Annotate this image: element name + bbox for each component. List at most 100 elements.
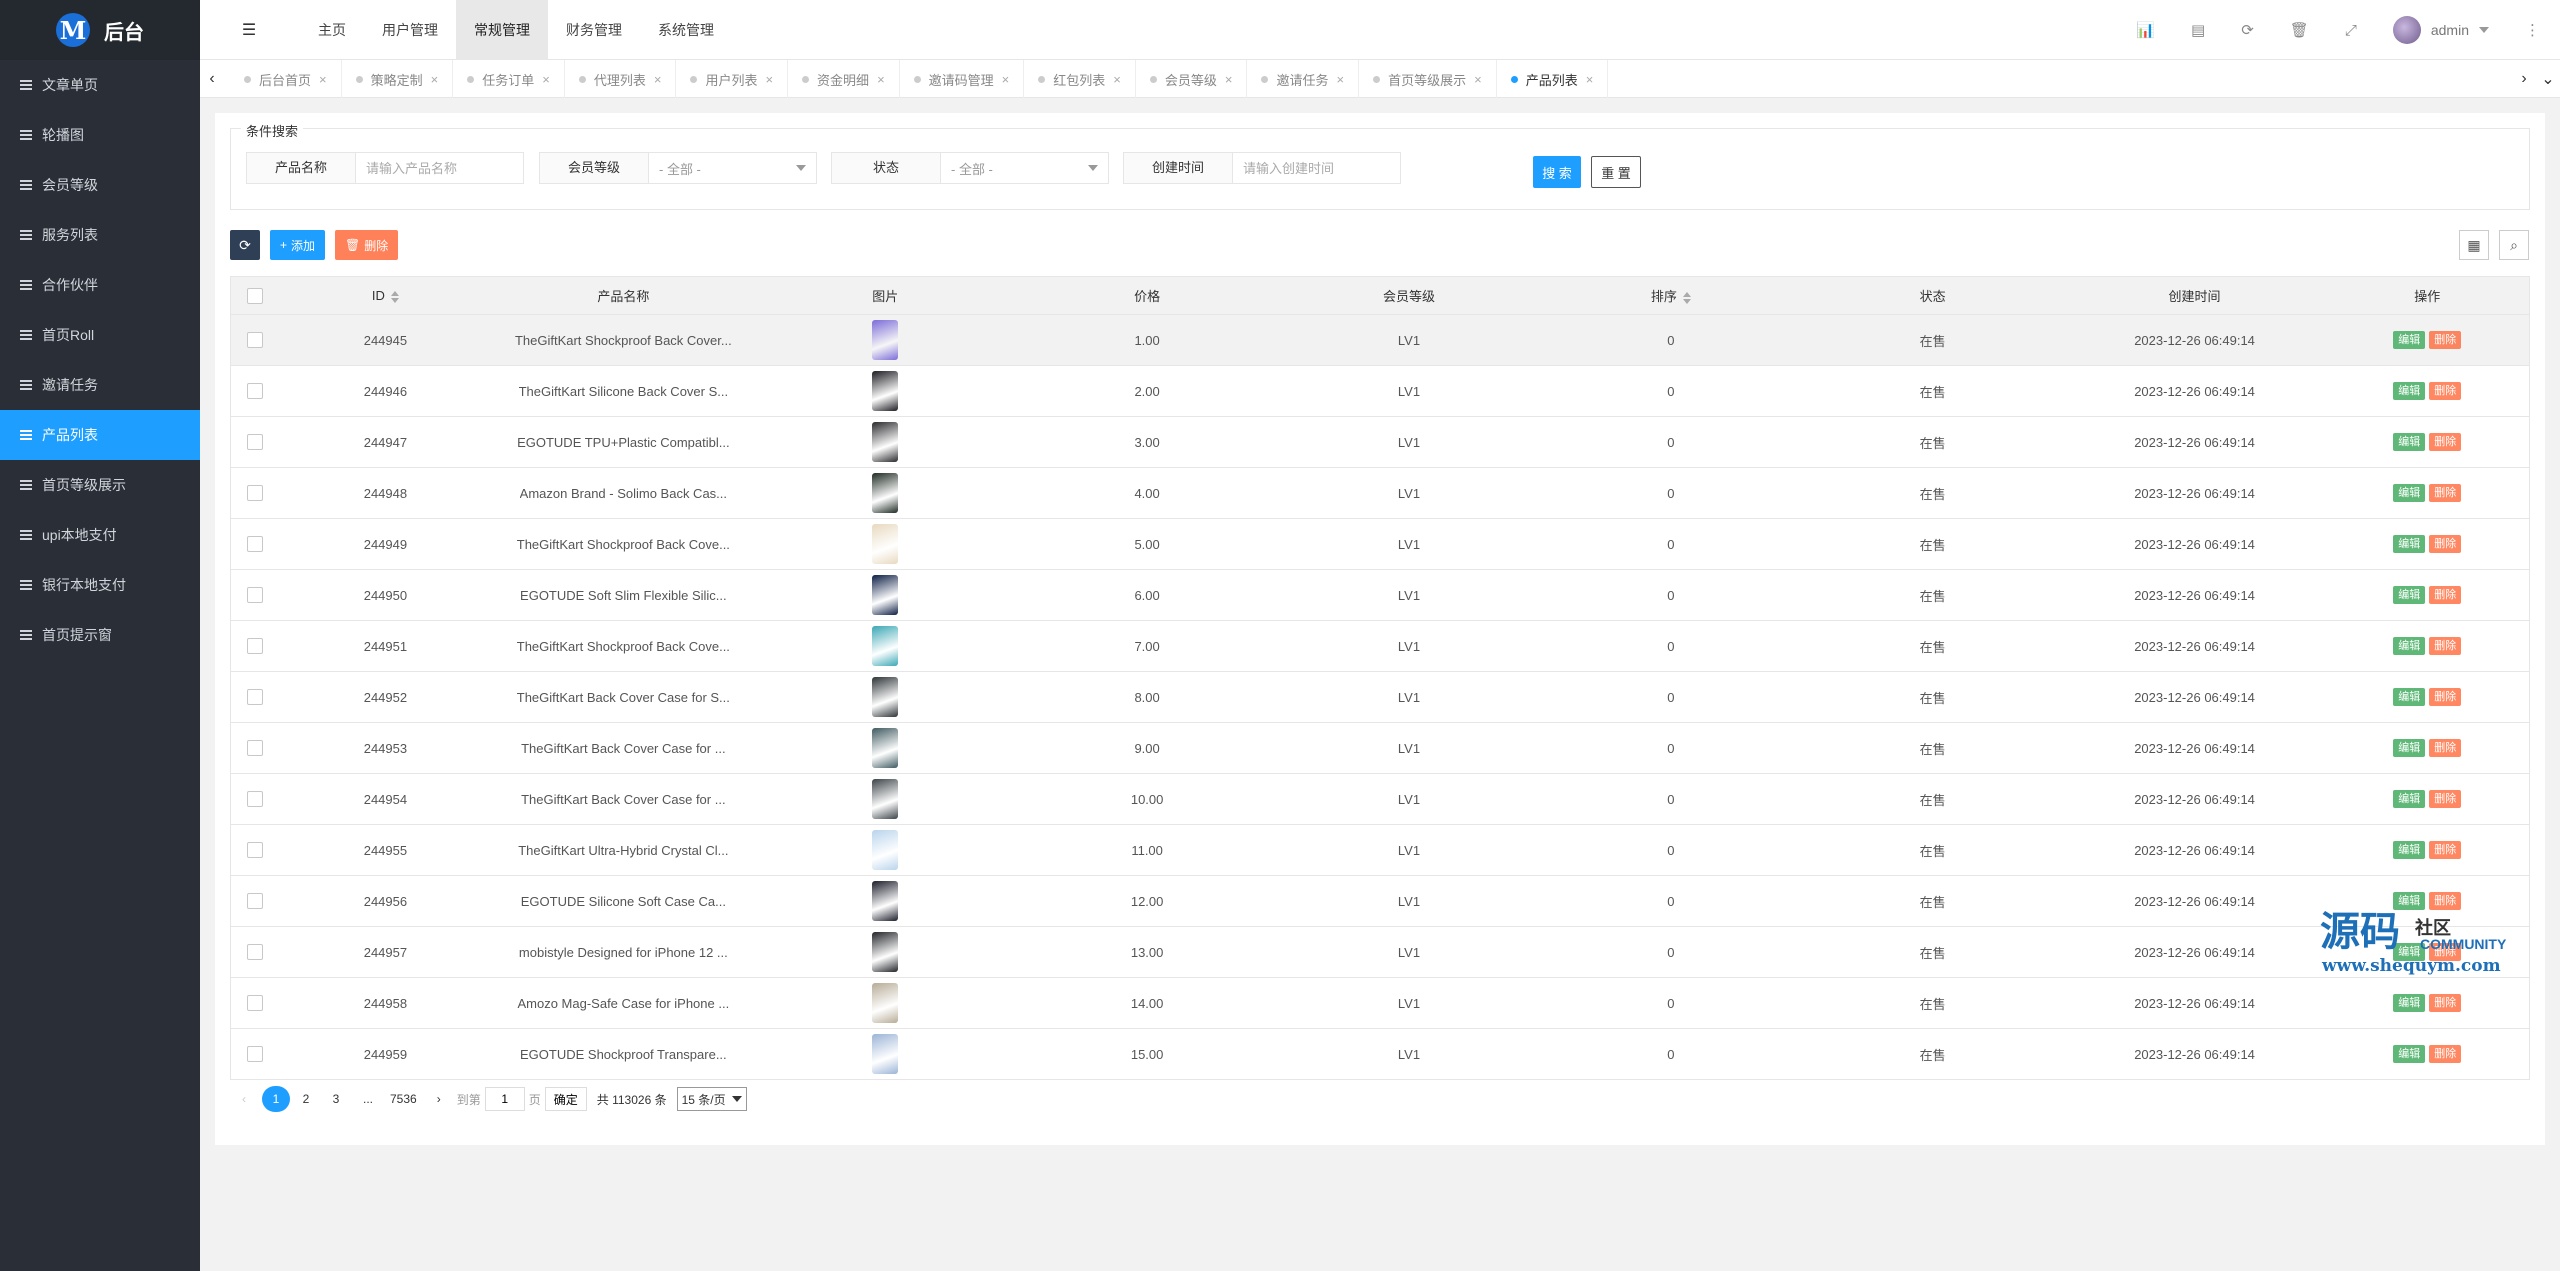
trash-icon[interactable]: 🗑 — [2290, 21, 2309, 39]
close-icon[interactable]: × — [1113, 72, 1121, 87]
refresh-icon[interactable]: ⟳ — [2241, 21, 2254, 39]
product-thumbnail[interactable] — [872, 473, 899, 513]
col-sort[interactable]: 排序 — [1539, 276, 1802, 315]
close-icon[interactable]: × — [654, 72, 662, 87]
edit-button[interactable]: 编辑 — [2393, 484, 2426, 502]
tab-7[interactable]: 红包列表 × — [1024, 60, 1136, 98]
close-icon[interactable]: × — [1586, 72, 1594, 87]
close-icon[interactable]: × — [1225, 72, 1233, 87]
tab-9[interactable]: 邀请任务 × — [1247, 60, 1360, 98]
product-thumbnail[interactable] — [872, 677, 899, 717]
tab-2[interactable]: 任务订单 × — [453, 60, 565, 98]
edit-button[interactable]: 编辑 — [2393, 994, 2426, 1012]
row-checkbox[interactable] — [246, 587, 263, 604]
edit-button[interactable]: 编辑 — [2393, 535, 2426, 553]
row-checkbox[interactable] — [246, 995, 263, 1012]
row-checkbox[interactable] — [246, 485, 263, 502]
table-row[interactable]: 244945 TheGiftKart Shockproof Back Cover.… — [230, 314, 2530, 366]
close-icon[interactable]: × — [765, 72, 773, 87]
row-delete-button[interactable]: 删除 — [2429, 484, 2462, 502]
sidebar-item-3[interactable]: 服务列表 — [0, 210, 200, 260]
tab-8[interactable]: 会员等级 × — [1136, 60, 1248, 98]
row-checkbox[interactable] — [246, 842, 263, 859]
row-delete-button[interactable]: 删除 — [2429, 688, 2462, 706]
select-all-checkbox[interactable] — [246, 287, 263, 304]
sidebar-item-7[interactable]: 产品列表 — [0, 410, 200, 460]
add-button[interactable]: + 添加 — [270, 230, 326, 260]
tab-dropdown-icon[interactable]: ⌄ — [2536, 60, 2560, 98]
product-thumbnail[interactable] — [872, 728, 899, 768]
tab-prev-icon[interactable]: ‹ — [200, 60, 224, 98]
goto-confirm-button[interactable]: 确定 — [544, 1087, 587, 1111]
user-menu[interactable]: admin — [2392, 16, 2489, 44]
product-thumbnail[interactable] — [872, 881, 899, 921]
prev-page-icon[interactable]: ‹ — [230, 1086, 258, 1112]
product-thumbnail[interactable] — [872, 626, 899, 666]
product-thumbnail[interactable] — [872, 779, 899, 819]
edit-button[interactable]: 编辑 — [2393, 1045, 2426, 1063]
table-row[interactable]: 244951 TheGiftKart Shockproof Back Cove..… — [230, 620, 2530, 672]
edit-button[interactable]: 编辑 — [2393, 637, 2426, 655]
tab-5[interactable]: 资金明细 × — [788, 60, 900, 98]
table-row[interactable]: 244946 TheGiftKart Silicone Back Cover S.… — [230, 365, 2530, 417]
reset-button[interactable]: 重 置 — [1591, 156, 1641, 188]
edit-button[interactable]: 编辑 — [2393, 790, 2426, 808]
close-icon[interactable]: × — [1337, 72, 1345, 87]
level-select[interactable]: - 全部 - — [649, 152, 817, 184]
row-delete-button[interactable]: 删除 — [2429, 892, 2462, 910]
product-thumbnail[interactable] — [872, 371, 899, 411]
page-3[interactable]: 3 — [322, 1086, 350, 1112]
delete-button[interactable]: 🗑 删除 — [335, 230, 399, 260]
table-row[interactable]: 244954 TheGiftKart Back Cover Case for ..… — [230, 773, 2530, 825]
row-checkbox[interactable] — [246, 791, 263, 808]
columns-toggle-button[interactable]: ▦ — [2459, 230, 2489, 260]
top-nav-item-0[interactable]: 主页 — [300, 0, 364, 60]
sidebar-item-4[interactable]: 合作伙伴 — [0, 260, 200, 310]
col-id[interactable]: ID — [278, 276, 493, 315]
table-row[interactable]: 244959 EGOTUDE Shockproof Transpare... 15.… — [230, 1028, 2530, 1080]
row-delete-button[interactable]: 删除 — [2429, 382, 2462, 400]
row-delete-button[interactable]: 删除 — [2429, 535, 2462, 553]
row-delete-button[interactable]: 删除 — [2429, 433, 2462, 451]
row-delete-button[interactable]: 删除 — [2429, 1045, 2462, 1063]
table-row[interactable]: 244952 TheGiftKart Back Cover Case for S.… — [230, 671, 2530, 723]
row-checkbox[interactable] — [246, 740, 263, 757]
edit-button[interactable]: 编辑 — [2393, 433, 2426, 451]
sidebar-item-5[interactable]: 首页Roll — [0, 310, 200, 360]
sidebar-item-9[interactable]: upi本地支付 — [0, 510, 200, 560]
product-thumbnail[interactable] — [872, 320, 899, 360]
product-thumbnail[interactable] — [872, 422, 899, 462]
more-vertical-icon[interactable]: ⋮ — [2525, 21, 2540, 39]
edit-button[interactable]: 编辑 — [2393, 331, 2426, 349]
edit-button[interactable]: 编辑 — [2393, 841, 2426, 859]
table-row[interactable]: 244949 TheGiftKart Shockproof Back Cove..… — [230, 518, 2530, 570]
sidebar-item-11[interactable]: 首页提示窗 — [0, 610, 200, 660]
table-row[interactable]: 244950 EGOTUDE Soft Slim Flexible Silic..… — [230, 569, 2530, 621]
page-size-select[interactable]: 15 条/页 — [676, 1087, 747, 1111]
status-select[interactable]: - 全部 - — [941, 152, 1109, 184]
edit-button[interactable]: 编辑 — [2393, 688, 2426, 706]
table-row[interactable]: 244953 TheGiftKart Back Cover Case for ..… — [230, 722, 2530, 774]
row-delete-button[interactable]: 删除 — [2429, 841, 2462, 859]
row-delete-button[interactable]: 删除 — [2429, 637, 2462, 655]
sort-icon[interactable] — [390, 290, 399, 303]
created-time-input[interactable] — [1233, 152, 1401, 184]
tab-0[interactable]: 后台首页 × — [230, 60, 342, 98]
sidebar-item-1[interactable]: 轮播图 — [0, 110, 200, 160]
tab-3[interactable]: 代理列表 × — [565, 60, 677, 98]
sidebar-item-10[interactable]: 银行本地支付 — [0, 560, 200, 610]
table-search-button[interactable]: ⌕ — [2499, 230, 2529, 260]
table-row[interactable]: 244958 Amozo Mag-Safe Case for iPhone ...… — [230, 977, 2530, 1029]
goto-page-input[interactable] — [484, 1087, 525, 1111]
product-thumbnail[interactable] — [872, 575, 899, 615]
sidebar-item-2[interactable]: 会员等级 — [0, 160, 200, 210]
close-icon[interactable]: × — [431, 72, 439, 87]
close-icon[interactable]: × — [319, 72, 327, 87]
next-page-icon[interactable]: › — [425, 1086, 453, 1112]
row-delete-button[interactable]: 删除 — [2429, 586, 2462, 604]
tab-11[interactable]: 产品列表 × — [1497, 60, 1609, 98]
top-nav-item-3[interactable]: 财务管理 — [548, 0, 640, 60]
tab-10[interactable]: 首页等级展示 × — [1359, 60, 1497, 98]
last-page[interactable]: 7536 — [386, 1086, 421, 1112]
sidebar-item-6[interactable]: 邀请任务 — [0, 360, 200, 410]
